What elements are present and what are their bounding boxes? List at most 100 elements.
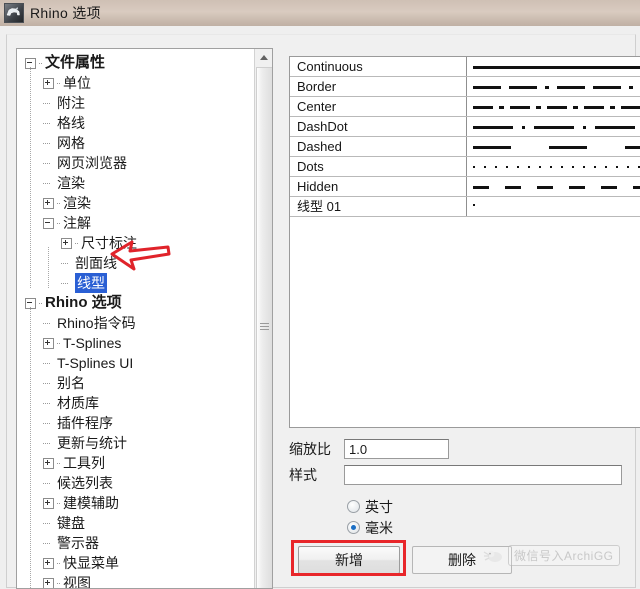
tree-item-11[interactable]: 线型 <box>21 273 254 293</box>
scrollbar-thumb[interactable] <box>256 67 272 588</box>
linetype-pattern-icon <box>473 126 640 129</box>
linetype-row[interactable]: Center <box>290 97 640 117</box>
tree-item-4[interactable]: 网格 <box>21 133 254 153</box>
expand-plus-icon[interactable] <box>61 237 72 249</box>
expand-plus-icon[interactable] <box>43 557 54 569</box>
tree-item-15[interactable]: T-Splines UI <box>21 353 254 373</box>
tree-item-label: 别名 <box>57 375 85 391</box>
scroll-up-arrow[interactable] <box>255 49 272 66</box>
expand-plus-icon[interactable] <box>43 77 54 89</box>
linetype-row[interactable]: Dashed <box>290 137 640 157</box>
tree-item-3[interactable]: 格线 <box>21 113 254 133</box>
linetype-preview <box>467 117 640 136</box>
linetype-preview <box>467 177 640 196</box>
radio-inch-dot-icon <box>347 500 360 513</box>
tree-connector-icon <box>43 402 51 404</box>
tree-item-label: 注解 <box>63 215 91 231</box>
linetype-pattern-icon <box>473 146 640 149</box>
style-label: 样式 <box>289 467 317 483</box>
tree-item-label: 渲染 <box>63 195 91 211</box>
tree-connector-icon <box>43 322 51 324</box>
linetype-pattern-icon <box>473 186 640 189</box>
unit-inch-label: 英寸 <box>365 498 393 515</box>
tree-item-9[interactable]: 尺寸标注 <box>21 233 254 253</box>
tree-item-2[interactable]: 附注 <box>21 93 254 113</box>
tree-connector-icon <box>57 222 61 224</box>
style-input[interactable] <box>344 465 622 485</box>
options-tree-panel: 文件属性 单位 附注 格线 网格 网页浏览器 渲染 渲染 注解 尺寸标注 剖面线 线型 Rhino 选项… <box>16 48 273 589</box>
tree-item-20[interactable]: 工具列 <box>21 453 254 473</box>
expand-plus-icon[interactable] <box>43 497 54 509</box>
tree-item-0[interactable]: 文件属性 <box>21 53 254 73</box>
tree-item-5[interactable]: 网页浏览器 <box>21 153 254 173</box>
scale-label: 缩放比 <box>289 441 331 457</box>
linetype-pattern-icon <box>473 86 640 89</box>
tree-item-14[interactable]: T-Splines <box>21 333 254 353</box>
expand-plus-icon[interactable] <box>43 337 54 349</box>
expand-plus-icon[interactable] <box>43 197 54 209</box>
tree-item-1[interactable]: 单位 <box>21 73 254 93</box>
tree-scroll-area: 文件属性 单位 附注 格线 网格 网页浏览器 渲染 渲染 注解 尺寸标注 剖面线 线型 Rhino 选项… <box>17 49 254 588</box>
rhino-icon <box>4 3 24 23</box>
tree-item-label: 候选列表 <box>57 475 113 491</box>
expand-plus-icon[interactable] <box>43 457 54 469</box>
linetype-preview <box>467 77 640 96</box>
tree-item-26[interactable]: 视图 <box>21 573 254 588</box>
tree-connector-icon <box>57 562 61 564</box>
tree-vertical-scrollbar[interactable] <box>254 49 272 588</box>
options-tree[interactable]: 文件属性 单位 附注 格线 网格 网页浏览器 渲染 渲染 注解 尺寸标注 剖面线 线型 Rhino 选项… <box>17 49 254 588</box>
tree-item-label: 插件程序 <box>57 415 113 431</box>
tree-item-23[interactable]: 键盘 <box>21 513 254 533</box>
unit-mm-label: 毫米 <box>365 519 393 536</box>
tree-item-13[interactable]: Rhino指令码 <box>21 313 254 333</box>
unit-radio-mm[interactable]: 毫米 <box>347 517 393 538</box>
unit-radio-inch[interactable]: 英寸 <box>347 496 393 517</box>
tree-item-17[interactable]: 材质库 <box>21 393 254 413</box>
tree-item-19[interactable]: 更新与统计 <box>21 433 254 453</box>
expand-plus-icon[interactable] <box>43 577 54 588</box>
tree-connector-icon <box>43 122 51 124</box>
tree-item-16[interactable]: 别名 <box>21 373 254 393</box>
tree-item-21[interactable]: 候选列表 <box>21 473 254 493</box>
scale-row: 缩放比 1.0 <box>289 436 640 462</box>
collapse-minus-icon[interactable] <box>43 217 54 229</box>
tree-item-8[interactable]: 注解 <box>21 213 254 233</box>
linetype-row[interactable]: 线型 01 <box>290 197 640 217</box>
tree-item-10[interactable]: 剖面线 <box>21 253 254 273</box>
linetype-name: Border <box>290 77 467 96</box>
tree-connector-icon <box>57 582 61 584</box>
scale-input[interactable]: 1.0 <box>344 439 449 459</box>
tree-item-label: 建模辅助 <box>63 495 119 511</box>
tree-connector-icon <box>43 362 51 364</box>
linetype-row[interactable]: Continuous <box>290 57 640 77</box>
tree-item-6[interactable]: 渲染 <box>21 173 254 193</box>
tree-item-label: 剖面线 <box>75 255 117 271</box>
unit-radio-group[interactable]: 英寸 毫米 <box>347 496 393 538</box>
title-bar: Rhino 选项 <box>0 0 640 26</box>
style-row: 样式 <box>289 462 640 488</box>
linetype-list[interactable]: Continuous Border Center DashDot Dashed Dots H… <box>289 56 640 428</box>
tree-item-25[interactable]: 快显菜单 <box>21 553 254 573</box>
tree-connector-icon <box>75 242 79 244</box>
tree-item-7[interactable]: 渲染 <box>21 193 254 213</box>
linetype-row[interactable]: Dots <box>290 157 640 177</box>
tree-connector-icon <box>43 382 51 384</box>
tree-connector-icon <box>57 342 61 344</box>
linetype-row[interactable]: DashDot <box>290 117 640 137</box>
tree-connector-icon <box>43 102 51 104</box>
tree-item-12[interactable]: Rhino 选项 <box>21 293 254 313</box>
tree-connector-icon <box>43 442 51 444</box>
linetype-row[interactable]: Border <box>290 77 640 97</box>
linetype-row[interactable]: Hidden <box>290 177 640 197</box>
tree-guide-line-2 <box>30 307 31 588</box>
tree-item-24[interactable]: 警示器 <box>21 533 254 553</box>
watermark-text: 微信号入ArchiGG <box>508 545 620 566</box>
tree-item-18[interactable]: 插件程序 <box>21 413 254 433</box>
tree-item-22[interactable]: 建模辅助 <box>21 493 254 513</box>
linetype-pattern-icon <box>473 106 640 109</box>
tree-item-label: 附注 <box>57 95 85 111</box>
tree-item-label: 渲染 <box>57 175 85 191</box>
tree-guide-line-3 <box>48 247 49 289</box>
tree-connector-icon <box>61 282 69 284</box>
linetype-name: Continuous <box>290 57 467 76</box>
